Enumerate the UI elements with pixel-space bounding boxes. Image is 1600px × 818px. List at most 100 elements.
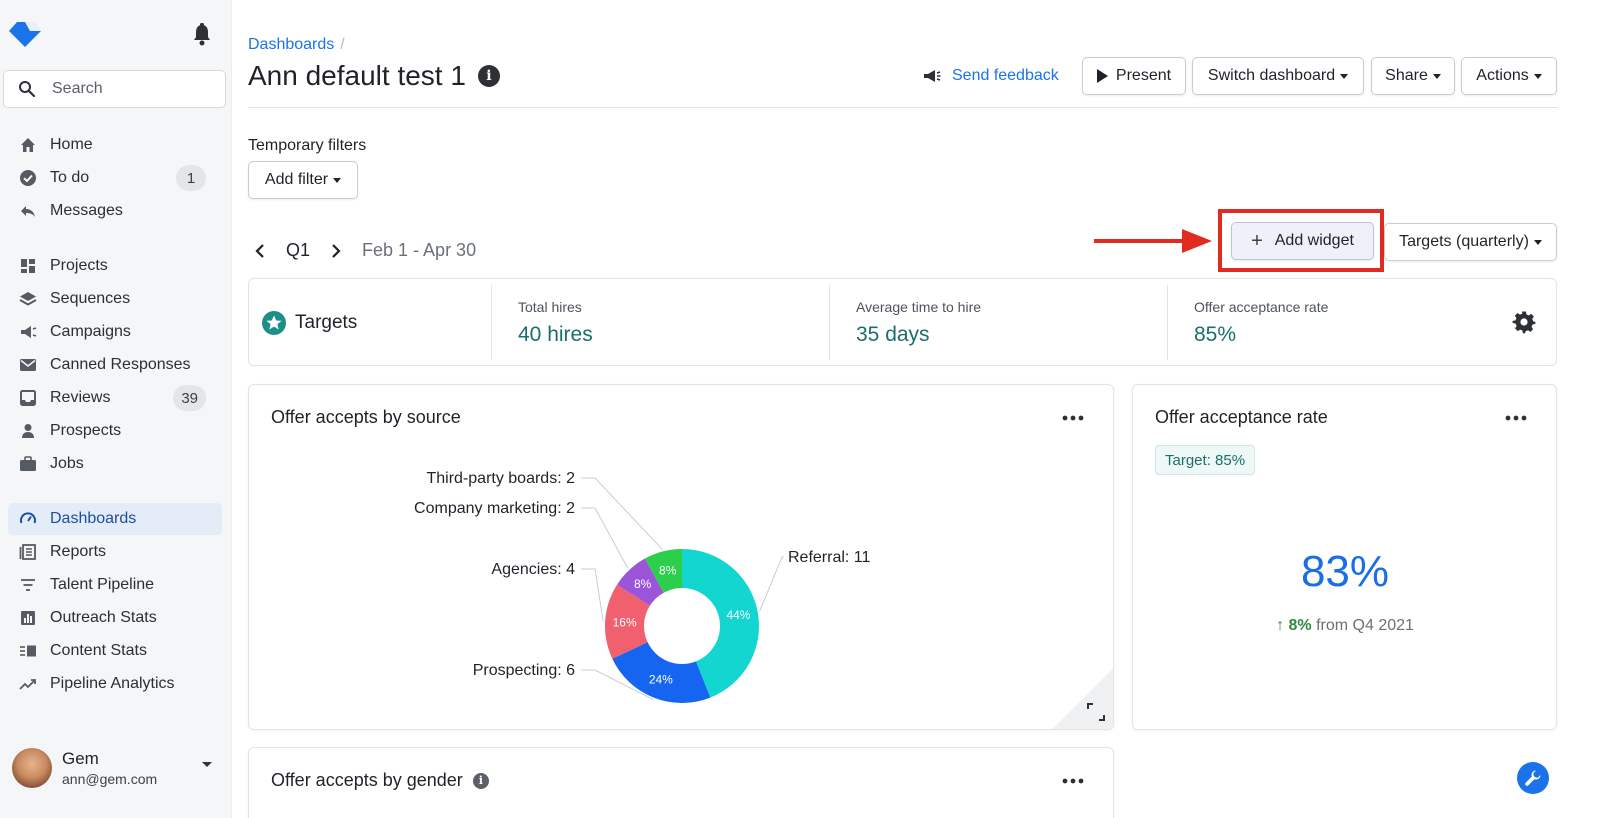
temporary-filters-label: Temporary filters: [248, 137, 367, 154]
chevron-right-icon[interactable]: [328, 243, 344, 259]
sidebar-item-projects[interactable]: Projects: [8, 250, 222, 282]
sidebar-item-label: Reports: [50, 543, 107, 560]
sidebar-item-label: Reviews: [50, 389, 111, 406]
targets-period-select[interactable]: Targets (quarterly): [1384, 223, 1557, 261]
switch-dashboard-button[interactable]: Switch dashboard: [1192, 57, 1364, 95]
switch-dashboard-label: Switch dashboard: [1207, 67, 1336, 84]
sidebar-item-dashboards[interactable]: Dashboards: [8, 503, 222, 535]
user-email: ann@gem.com: [62, 770, 158, 787]
search-input[interactable]: Search: [3, 70, 226, 108]
metric-label: Total hires: [518, 299, 582, 315]
sidebar-item-jobs[interactable]: Jobs: [8, 448, 222, 480]
slice-label: Company marketing: 2: [414, 500, 575, 517]
chevron-down-icon: [202, 762, 212, 767]
more-options-icon[interactable]: [1505, 415, 1527, 421]
megaphone-icon: [924, 70, 941, 82]
sidebar-item-outreach-stats[interactable]: Outreach Stats: [8, 602, 222, 634]
grid-icon: [18, 256, 38, 276]
rate-change: ↑ 8% from Q4 2021: [1133, 617, 1557, 635]
caret-down-icon: [1533, 73, 1542, 79]
period-navigator: Q1 Feb 1 - Apr 30: [252, 240, 476, 261]
sidebar: Search Home To do 1 Messages Projects Se…: [0, 0, 232, 818]
rate-change-value: 8%: [1288, 617, 1312, 634]
column-divider: [491, 285, 492, 360]
breadcrumb: Dashboards /: [248, 36, 345, 54]
sidebar-item-label: Content Stats: [50, 642, 147, 659]
sidebar-item-content-stats[interactable]: Content Stats: [8, 635, 222, 667]
metric-label: Average time to hire: [856, 299, 982, 315]
more-options-icon[interactable]: [1062, 778, 1084, 784]
page-title: Ann default test 1 i: [248, 60, 500, 92]
sidebar-item-canned-responses[interactable]: Canned Responses: [8, 349, 222, 381]
add-filter-button[interactable]: Add filter: [248, 161, 358, 199]
sidebar-item-campaigns[interactable]: Campaigns: [8, 316, 222, 348]
caret-down-icon: [1432, 73, 1441, 79]
help-wrench-button[interactable]: [1517, 762, 1549, 794]
sidebar-item-label: Projects: [50, 257, 108, 274]
slice-label: Referral: 11: [788, 549, 871, 566]
person-icon: [18, 421, 38, 441]
present-label: Present: [1115, 67, 1172, 84]
briefcase-icon: [18, 454, 38, 474]
sidebar-item-label: Pipeline Analytics: [50, 675, 175, 692]
metric-value: 35 days: [856, 323, 930, 346]
star-badge-icon: [262, 311, 286, 335]
sidebar-item-home[interactable]: Home: [8, 129, 222, 161]
gauge-icon: [18, 509, 38, 529]
sidebar-item-prospects[interactable]: Prospects: [8, 415, 222, 447]
slice-percent-label: 24%: [649, 672, 673, 686]
gear-icon[interactable]: [1512, 310, 1536, 334]
send-feedback-link[interactable]: Send feedback: [922, 64, 1059, 88]
megaphone-icon: [18, 322, 38, 342]
layers-icon: [18, 289, 38, 309]
send-feedback-label: Send feedback: [952, 67, 1059, 84]
home-icon: [18, 135, 38, 155]
content-icon: [18, 641, 38, 661]
sidebar-item-reports[interactable]: Reports: [8, 536, 222, 568]
card-title: Offer accepts by gender i: [271, 770, 489, 791]
sidebar-item-todo[interactable]: To do 1: [8, 162, 222, 194]
sidebar-item-sequences[interactable]: Sequences: [8, 283, 222, 315]
play-icon: [1096, 69, 1108, 83]
target-badge: Target: 85%: [1155, 445, 1256, 475]
info-icon[interactable]: i: [472, 772, 489, 789]
bell-icon[interactable]: [190, 22, 214, 48]
trend-icon: [18, 674, 38, 694]
metric-value: 40 hires: [518, 323, 593, 346]
acceptance-rate-value: 83%: [1300, 547, 1390, 596]
targets-title: Targets: [261, 310, 357, 336]
breadcrumb-dashboards-link[interactable]: Dashboards: [248, 36, 334, 53]
metric-offer-acceptance-rate: Offer acceptance rate 85%: [1194, 299, 1328, 347]
sidebar-item-reviews[interactable]: Reviews 39: [8, 382, 222, 414]
present-button[interactable]: Present: [1082, 57, 1186, 95]
sidebar-item-label: To do: [50, 169, 90, 186]
card-title-text: Offer acceptance rate: [1155, 407, 1328, 427]
arrow-up-icon: ↑: [1276, 617, 1285, 634]
avatar: [12, 747, 52, 788]
chevron-left-icon[interactable]: [252, 243, 268, 259]
rate-change-suffix: from Q4 2021: [1316, 617, 1414, 634]
actions-button[interactable]: Actions: [1461, 57, 1557, 95]
metric-average-time-to-hire: Average time to hire 35 days: [856, 299, 981, 347]
caret-down-icon: [1340, 73, 1349, 79]
slice-percent-label: 8%: [634, 577, 652, 591]
sidebar-item-pipeline-analytics[interactable]: Pipeline Analytics: [8, 668, 222, 700]
sidebar-item-label: Jobs: [50, 455, 84, 472]
sidebar-item-talent-pipeline[interactable]: Talent Pipeline: [8, 569, 222, 601]
expand-icon[interactable]: [1087, 703, 1105, 721]
sidebar-item-label: Outreach Stats: [50, 609, 157, 626]
info-icon[interactable]: i: [477, 65, 500, 87]
gem-logo-icon[interactable]: [8, 20, 42, 48]
metric-label: Offer acceptance rate: [1194, 299, 1329, 315]
wrench-icon: [1525, 770, 1541, 786]
share-button[interactable]: Share: [1371, 57, 1455, 95]
user-name: Gem: [62, 748, 99, 768]
sidebar-item-messages[interactable]: Messages: [8, 195, 222, 227]
slice-percent-label: 16%: [613, 615, 637, 629]
check-circle-icon: [18, 168, 38, 188]
column-divider: [1167, 285, 1168, 360]
report-icon: [18, 542, 38, 562]
user-menu[interactable]: Gem ann@gem.com: [12, 745, 222, 790]
sidebar-item-label: Home: [50, 136, 93, 153]
sidebar-item-label: Messages: [50, 202, 123, 219]
